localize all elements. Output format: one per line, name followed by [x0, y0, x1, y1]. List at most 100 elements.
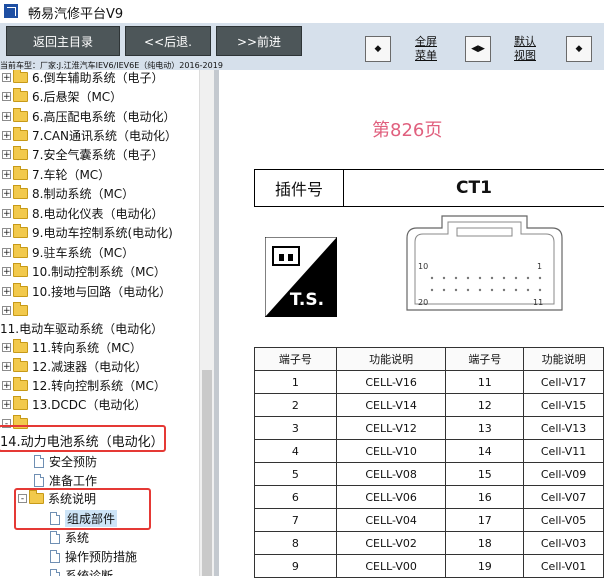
connector-header-table: 插件号 CT1: [254, 169, 604, 207]
app-icon: [4, 4, 18, 18]
table-cell: 15: [445, 462, 525, 486]
tree-scrollbar[interactable]: [199, 70, 214, 576]
tree-node[interactable]: +6.后悬架（MC）: [2, 87, 122, 106]
table-row: 8 CELL-V02 18 Cell-V03: [254, 531, 604, 555]
tree-node-label: 系统诊断: [65, 569, 114, 576]
window-title: 畅易汽修平台V9: [28, 7, 124, 22]
table-row: 6 CELL-V06 16 Cell-V07: [254, 485, 604, 509]
tree-node-label: 11.转向系统（MC）: [32, 341, 142, 355]
tree-leaf[interactable]: 系统: [50, 528, 89, 547]
tree-leaf[interactable]: 系统诊断: [50, 566, 113, 576]
tree-node-label: 准备工作: [49, 474, 98, 488]
expand-icon[interactable]: +: [2, 228, 11, 238]
expand-icon[interactable]: +: [2, 92, 11, 102]
tree-node[interactable]: +7.CAN通讯系统（电动化）: [2, 126, 177, 145]
table-cell: 13: [445, 416, 525, 440]
folder-icon: [13, 166, 28, 180]
tree-node[interactable]: +8.制动系统（MC）: [2, 184, 134, 203]
tree-node[interactable]: +12.减速器（电动化）: [2, 357, 147, 376]
tree-node-label: 9.电动车控制系统(电动化): [32, 226, 173, 240]
table-cell: 6: [254, 485, 337, 509]
expand-icon[interactable]: +: [2, 362, 11, 372]
document-icon: [34, 474, 44, 487]
table-cell: CELL-V02: [335, 531, 447, 555]
tree-node[interactable]: +8.电动化仪表（电动化）: [2, 204, 163, 223]
scrollbar-thumb[interactable]: [202, 370, 212, 576]
expand-icon[interactable]: +: [2, 112, 11, 122]
split-view-icon[interactable]: ◀▶: [465, 36, 491, 62]
tree-node[interactable]: +9.驻车系统（MC）: [2, 243, 134, 262]
tree-leaf[interactable]: 安全预防: [34, 452, 97, 471]
tree-node-label: 6.后悬架（MC）: [32, 90, 123, 104]
single-view-icon[interactable]: ◆: [566, 36, 592, 62]
tree-node[interactable]: +6.高压配电系统（电动化）: [2, 107, 175, 126]
table-cell: Cell-V17: [523, 370, 604, 394]
tree-node-label: 9.驻车系统（MC）: [32, 246, 135, 260]
tree-leaf[interactable]: 操作预防措施: [50, 547, 137, 566]
expand-icon[interactable]: +: [2, 381, 11, 391]
expand-icon[interactable]: +: [2, 343, 11, 353]
default-view-link[interactable]: 默认 视图: [509, 35, 541, 63]
tree-node-label: 系统: [65, 531, 90, 545]
folder-icon: [13, 224, 28, 238]
expand-icon[interactable]: +: [2, 170, 11, 180]
expand-icon[interactable]: +: [2, 150, 11, 160]
tree-node[interactable]: +12.转向控制系统（MC）: [2, 376, 166, 395]
table-cell: 16: [445, 485, 525, 509]
fullscreen-menu-label: 全屏 菜单: [415, 35, 437, 62]
tree-node[interactable]: +7.安全气囊系统（电子）: [2, 145, 163, 164]
tree-node-label: 10.接地与回路（电动化）: [32, 285, 172, 299]
table-cell: CELL-V08: [335, 462, 447, 486]
table-cell: 11: [445, 370, 525, 394]
connector-header-label: 插件号: [255, 170, 344, 206]
expand-icon[interactable]: +: [2, 131, 11, 141]
expand-icon[interactable]: +: [2, 287, 11, 297]
fullscreen-icon[interactable]: ◆: [365, 36, 391, 62]
catalog-tree: +6.倒车辅助系统（电子） +6.后悬架（MC） +6.高压配电系统（电动化） …: [0, 70, 199, 576]
table-cell: Cell-V07: [523, 485, 604, 509]
table-header-row: 端子号 功能说明 端子号 功能说明: [254, 347, 604, 371]
tree-node-label: 操作预防措施: [65, 550, 138, 564]
tree-node[interactable]: +7.车轮（MC）: [2, 165, 110, 184]
pin-function-table: 端子号 功能说明 端子号 功能说明 1 CELL-V16 11 Cell-V17 2C…: [254, 347, 604, 578]
connector-glyph-icon: [272, 246, 300, 266]
tree-node[interactable]: +10.接地与回路（电动化）: [2, 282, 171, 301]
expand-icon[interactable]: +: [2, 73, 11, 83]
folder-icon: [13, 339, 28, 353]
table-cell: CELL-V16: [335, 370, 447, 394]
back-button[interactable]: <<后退.: [125, 26, 211, 56]
expand-icon[interactable]: +: [2, 400, 11, 410]
tree-node-label: 7.CAN通讯系统（电动化）: [32, 129, 178, 143]
tree-node[interactable]: +9.电动车控制系统(电动化): [2, 223, 173, 242]
home-button[interactable]: 返回主目录: [6, 26, 120, 56]
expand-icon[interactable]: +: [2, 189, 11, 199]
tree-node[interactable]: +11.转向系统（MC）: [2, 338, 142, 357]
table-cell: Cell-V01: [523, 554, 604, 578]
table-cell: CELL-V14: [335, 393, 447, 417]
expand-icon[interactable]: +: [2, 248, 11, 258]
table-row: 3 CELL-V12 13 Cell-V13: [254, 416, 604, 440]
tree-node-label: 6.高压配电系统（电动化）: [32, 110, 176, 124]
table-cell: 4: [254, 439, 337, 463]
tree-node[interactable]: 11.电动车驱动系统（电动化）: [0, 319, 163, 338]
expand-icon[interactable]: +: [2, 209, 11, 219]
tree-node[interactable]: +10.制动控制系统（MC）: [2, 262, 166, 281]
tree-node-label: 12.减速器（电动化）: [32, 360, 148, 374]
table-cell: 1: [254, 370, 337, 394]
table-cell: Cell-V03: [523, 531, 604, 555]
ts-logo: T.S.: [265, 237, 337, 317]
tree-node-label: 12.转向控制系统（MC）: [32, 379, 166, 393]
fullscreen-menu-link[interactable]: 全屏 菜单: [410, 35, 442, 63]
folder-icon: [13, 377, 28, 391]
tree-node[interactable]: +13.DCDC（电动化）: [2, 395, 146, 414]
highlight-components: [14, 488, 151, 530]
expand-icon[interactable]: +: [2, 267, 11, 277]
tree-node[interactable]: +: [2, 301, 32, 320]
tree-node[interactable]: +6.倒车辅助系统（电子）: [2, 70, 163, 87]
folder-icon: [13, 396, 28, 410]
table-row: 2 CELL-V14 12 Cell-V15: [254, 393, 604, 417]
forward-button[interactable]: >>前进: [216, 26, 302, 56]
folder-icon: [13, 88, 28, 102]
folder-icon: [13, 146, 28, 160]
expand-icon[interactable]: +: [2, 306, 11, 316]
